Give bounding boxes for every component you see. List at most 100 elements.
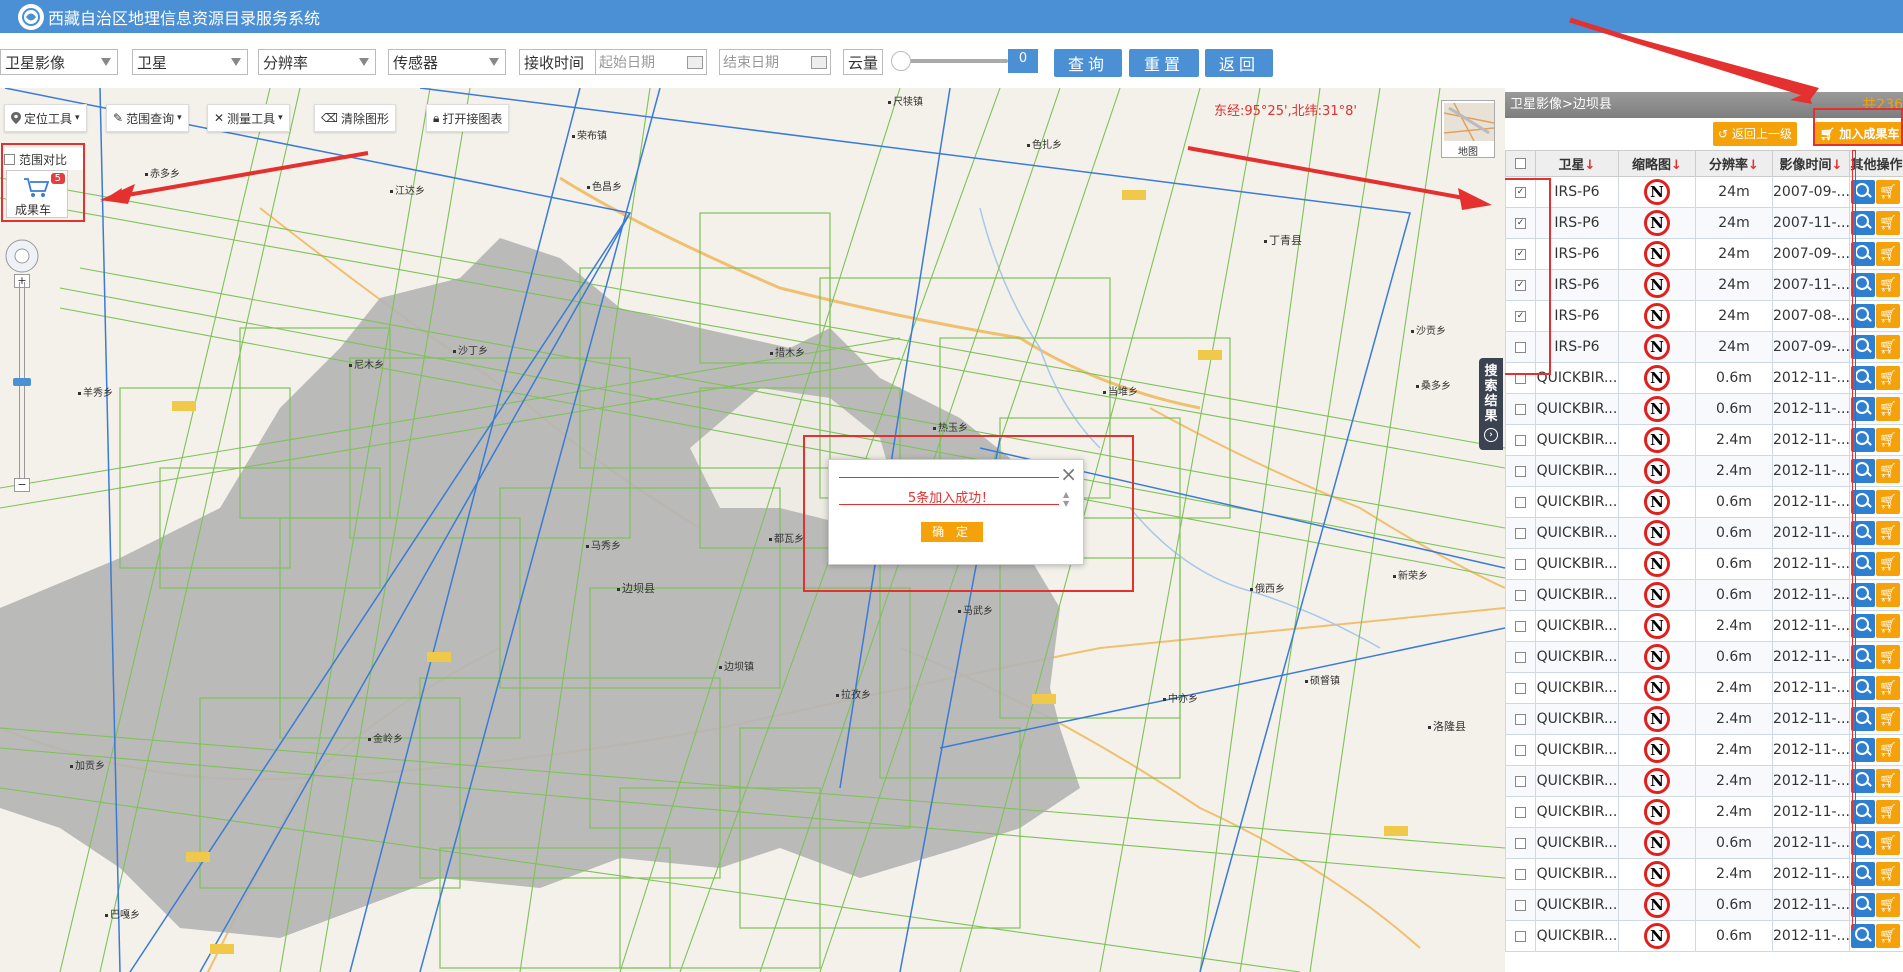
table-row[interactable]: QUICKBIR... N 0.6m 2012-11-... 🛒︎: [1505, 827, 1903, 859]
thumbnail-cell[interactable]: N: [1618, 455, 1696, 487]
thumbnail-cell[interactable]: N: [1618, 827, 1696, 859]
table-row[interactable]: QUICKBIR... N 0.6m 2012-11-... 🛒︎: [1505, 486, 1903, 518]
measure-tool-button[interactable]: ✕ 测量工具 ▾: [207, 104, 290, 132]
north-n-icon[interactable]: N: [1644, 396, 1670, 422]
north-n-icon[interactable]: N: [1644, 365, 1670, 391]
north-n-icon[interactable]: N: [1644, 272, 1670, 298]
table-row[interactable]: QUICKBIR... N 0.6m 2012-11-... 🛒︎: [1505, 548, 1903, 580]
thumbnail-cell[interactable]: N: [1618, 610, 1696, 642]
cart-icon[interactable]: 🛒︎: [1876, 645, 1900, 669]
table-row[interactable]: ✓ IRS-P6 N 24m 2007-11-... 🛒︎: [1505, 269, 1903, 301]
range-query-button[interactable]: ✎ 范围查询 ▾: [106, 104, 189, 132]
cart-icon[interactable]: 🛒︎: [1876, 862, 1900, 886]
north-n-icon[interactable]: N: [1644, 768, 1670, 794]
table-row[interactable]: QUICKBIR... N 0.6m 2012-11-... 🛒︎: [1505, 362, 1903, 394]
thumbnail-cell[interactable]: N: [1618, 424, 1696, 456]
north-n-icon[interactable]: N: [1644, 892, 1670, 918]
north-n-icon[interactable]: N: [1644, 303, 1670, 329]
north-n-icon[interactable]: N: [1644, 737, 1670, 763]
row-checkbox[interactable]: [1515, 868, 1526, 880]
north-n-icon[interactable]: N: [1644, 241, 1670, 267]
map-type-switch[interactable]: 地图: [1441, 100, 1495, 158]
calendar-icon[interactable]: [811, 56, 827, 69]
thumbnail-cell[interactable]: N: [1618, 548, 1696, 580]
row-select-cell[interactable]: [1505, 703, 1536, 735]
row-select-cell[interactable]: [1505, 827, 1536, 859]
row-select-cell[interactable]: [1505, 889, 1536, 921]
north-n-icon[interactable]: N: [1644, 210, 1670, 236]
north-n-icon[interactable]: N: [1644, 675, 1670, 701]
row-checkbox[interactable]: [1515, 403, 1526, 415]
thumbnail-cell[interactable]: N: [1618, 703, 1696, 735]
row-checkbox[interactable]: [1515, 651, 1526, 663]
cart-icon[interactable]: 🛒︎: [1876, 459, 1900, 483]
row-checkbox[interactable]: [1515, 899, 1526, 911]
row-select-cell[interactable]: [1505, 393, 1536, 425]
row-select-cell[interactable]: [1505, 455, 1536, 487]
row-select-cell[interactable]: [1505, 920, 1536, 952]
table-row[interactable]: QUICKBIR... N 0.6m 2012-11-... 🛒︎: [1505, 641, 1903, 673]
cart-icon[interactable]: 🛒︎: [1876, 521, 1900, 545]
map-canvas[interactable]: 尺犊镇 荣布镇 赤多乡 江达乡 色昌乡 色扎乡 丁青县 尼木乡 沙丁乡 措木乡 …: [0, 88, 1505, 972]
north-n-icon[interactable]: N: [1644, 551, 1670, 577]
close-icon[interactable]: ×: [1060, 462, 1077, 486]
north-n-icon[interactable]: N: [1644, 706, 1670, 732]
cart-icon[interactable]: 🛒︎: [1876, 614, 1900, 638]
reset-button[interactable]: 重置: [1129, 49, 1199, 77]
cart-icon[interactable]: 🛒︎: [1876, 397, 1900, 421]
cart-icon[interactable]: 🛒︎: [1876, 490, 1900, 514]
category-select[interactable]: 卫星影像: [0, 49, 118, 75]
thumbnail-cell[interactable]: N: [1618, 269, 1696, 301]
table-row[interactable]: QUICKBIR... N 2.4m 2012-11-... 🛒︎: [1505, 858, 1903, 890]
north-n-icon[interactable]: N: [1644, 830, 1670, 856]
table-row[interactable]: QUICKBIR... N 2.4m 2012-11-... 🛒︎: [1505, 424, 1903, 456]
row-select-cell[interactable]: [1505, 858, 1536, 890]
row-checkbox[interactable]: [1515, 930, 1526, 942]
table-row[interactable]: QUICKBIR... N 2.4m 2012-11-... 🛒︎: [1505, 703, 1903, 735]
north-n-icon[interactable]: N: [1644, 489, 1670, 515]
table-row[interactable]: QUICKBIR... N 2.4m 2012-11-... 🛒︎: [1505, 672, 1903, 704]
row-checkbox[interactable]: [1515, 496, 1526, 508]
north-n-icon[interactable]: N: [1644, 861, 1670, 887]
query-button[interactable]: 查询: [1054, 49, 1122, 77]
table-row[interactable]: QUICKBIR... N 0.6m 2012-11-... 🛒︎: [1505, 517, 1903, 549]
cart-icon[interactable]: 🛒︎: [1876, 831, 1900, 855]
table-row[interactable]: IRS-P6 N 24m 2007-09-... 🛒︎: [1505, 331, 1903, 363]
table-row[interactable]: ✓ IRS-P6 N 24m 2007-08-... 🛒︎: [1505, 300, 1903, 332]
north-n-icon[interactable]: N: [1644, 179, 1670, 205]
cart-icon[interactable]: 🛒︎: [1876, 769, 1900, 793]
row-select-cell[interactable]: [1505, 641, 1536, 673]
column-header-thumbnail[interactable]: 缩略图↓: [1618, 150, 1696, 177]
row-checkbox[interactable]: [1515, 527, 1526, 539]
cloud-slider-handle[interactable]: [891, 51, 911, 71]
north-n-icon[interactable]: N: [1644, 334, 1670, 360]
zoom-out-button[interactable]: −: [14, 478, 30, 492]
cart-icon[interactable]: 🛒︎: [1876, 707, 1900, 731]
row-checkbox[interactable]: [1515, 713, 1526, 725]
thumbnail-cell[interactable]: N: [1618, 672, 1696, 704]
thumbnail-cell[interactable]: N: [1618, 796, 1696, 828]
cart-icon[interactable]: 🛒︎: [1876, 583, 1900, 607]
end-date-input[interactable]: 结束日期: [719, 49, 831, 75]
north-n-icon[interactable]: N: [1644, 427, 1670, 453]
north-n-icon[interactable]: N: [1644, 520, 1670, 546]
row-checkbox[interactable]: [1515, 744, 1526, 756]
table-row[interactable]: ✓ IRS-P6 N 24m 2007-11-... 🛒︎: [1505, 207, 1903, 239]
row-select-cell[interactable]: [1505, 424, 1536, 456]
thumbnail-cell[interactable]: N: [1618, 889, 1696, 921]
north-n-icon[interactable]: N: [1644, 613, 1670, 639]
row-checkbox[interactable]: [1515, 775, 1526, 787]
thumbnail-cell[interactable]: N: [1618, 486, 1696, 518]
table-row[interactable]: QUICKBIR... N 2.4m 2012-11-... 🛒︎: [1505, 796, 1903, 828]
row-checkbox[interactable]: [1515, 682, 1526, 694]
table-row[interactable]: QUICKBIR... N 0.6m 2012-11-... 🛒︎: [1505, 889, 1903, 921]
cart-icon[interactable]: 🛒︎: [1876, 676, 1900, 700]
row-select-cell[interactable]: [1505, 734, 1536, 766]
open-index-map-button[interactable]: 🔒︎ 打开接图表: [426, 104, 510, 132]
cart-icon[interactable]: 🛒︎: [1876, 428, 1900, 452]
thumbnail-cell[interactable]: N: [1618, 858, 1696, 890]
thumbnail-cell[interactable]: N: [1618, 579, 1696, 611]
select-all-header[interactable]: [1505, 150, 1536, 177]
north-n-icon[interactable]: N: [1644, 799, 1670, 825]
cart-icon[interactable]: 🛒︎: [1876, 893, 1900, 917]
